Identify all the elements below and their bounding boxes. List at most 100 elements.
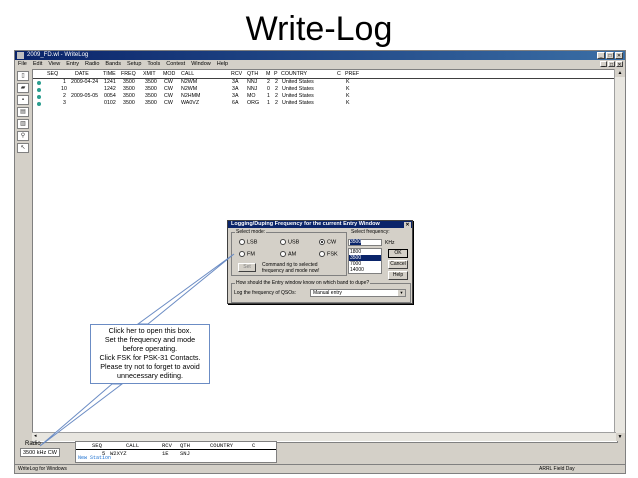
ok-button[interactable]: OK [388,249,408,258]
mode-fm-radio[interactable]: FM [239,250,255,257]
callout-line: unnecessary editing. [117,371,183,380]
scroll-up-icon[interactable]: ▲ [615,69,625,77]
menu-edit[interactable]: Edit [33,60,42,69]
mode-lsb-radio[interactable]: LSB [239,238,257,245]
frequency-input[interactable]: 3500 [348,239,382,246]
window-title: 2009_FD.wl - WriteLog [27,52,89,58]
select-mode-label: Select mode: [235,229,267,235]
menu-radio[interactable]: Radio [85,60,99,69]
mode-fsk-radio[interactable]: FSK [319,250,338,257]
qso-icon [37,94,41,99]
callout-line: Click her to open this box. [108,326,192,335]
mdi-restore-icon[interactable]: □ [608,61,615,68]
col-time[interactable]: TIME [103,71,116,78]
col-rcv[interactable]: RCV [231,71,242,78]
entry-col-rcv: RCV [162,442,172,449]
log-vertical-scrollbar[interactable]: ▲ ▼ [614,69,625,441]
col-mod[interactable]: MOD [163,71,175,78]
callout-line: before operating. [122,344,178,353]
scroll-down-icon[interactable]: ▼ [615,433,625,441]
mode-am-radio[interactable]: AM [280,250,296,257]
dropdown-arrow-icon[interactable]: ▼ [398,290,405,296]
frequency-dialog: Logging/Duping Frequency for the current… [227,220,413,304]
status-contest-text: ARRL Field Day [539,466,575,472]
menu-help[interactable]: Help [217,60,228,69]
entry-col-country: COUNTRY [210,442,234,449]
entry-header: SEQ CALL RCV QTH COUNTRY C [76,442,276,450]
col-call[interactable]: CALL [181,71,194,78]
col-country[interactable]: COUNTRY [281,71,307,78]
print-preview-icon[interactable]: ▥ [17,119,29,129]
menu-contest[interactable]: Contest [166,60,185,69]
command-rig-text-2: frequency and mode now! [262,268,320,274]
col-qth[interactable]: QTH [247,71,258,78]
mode-usb-radio[interactable]: USB [280,238,299,245]
col-c[interactable]: C [337,71,341,78]
menu-bar: File Edit View Entry Radio Bands Setup T… [15,60,625,69]
help-button[interactable]: Help [388,271,408,280]
mdi-close-icon[interactable]: ✕ [616,61,623,68]
new-file-icon[interactable]: ▯ [17,71,29,81]
qso-icon [37,101,41,106]
open-folder-icon[interactable]: ▰ [17,83,29,93]
close-icon[interactable]: ✕ [615,52,623,59]
radio-frequency-mode-box[interactable]: 3500 kHz CW [20,448,60,457]
col-xmit[interactable]: XMIT [143,71,156,78]
col-m[interactable]: M [266,71,270,78]
instruction-callout: Click her to open this box. Set the freq… [90,324,210,384]
menu-window[interactable]: Window [191,60,211,69]
status-left-text: WriteLog for Windows [18,466,67,472]
qth-field[interactable]: SNJ [180,450,190,457]
log-frequency-select[interactable]: Manual entry ▼ [310,289,406,297]
menu-bands[interactable]: Bands [105,60,121,69]
col-seq[interactable]: SEQ [47,71,58,78]
col-freq[interactable]: FREQ [121,71,136,78]
callout-line: Please try not to forget to avoid [100,362,200,371]
entry-col-call: CALL [126,442,140,449]
status-bar: WriteLog for Windows ARRL Field Day [15,464,625,473]
entry-window[interactable]: SEQ CALL RCV QTH COUNTRY C 5 W2XYZ 1E SN… [75,441,277,463]
frequency-unit: KHz [385,240,395,246]
col-p[interactable]: P [274,71,278,78]
select-mode-group: Select mode: LSB USB CW FM AM FSK Set Co… [231,229,347,276]
print-icon[interactable]: ▤ [17,107,29,117]
slide-title: Write-Log [245,10,393,48]
mdi-minimize-icon[interactable]: _ [600,61,607,68]
log-horizontal-scrollbar[interactable]: ◂ [32,432,616,441]
call-field[interactable]: W2XYZ [110,450,127,457]
freq-option[interactable]: 14000 [349,267,381,273]
dialog-close-icon[interactable]: ✕ [404,221,411,228]
rcv-field[interactable]: 1E [162,450,169,457]
maximize-icon[interactable]: □ [606,52,614,59]
entry-col-c: C [252,442,256,449]
cancel-button[interactable]: Cancel [388,260,408,269]
menu-file[interactable]: File [18,60,27,69]
entry-col-qth: QTH [180,442,190,449]
window-titlebar: 2009_FD.wl - WriteLog _ □ ✕ [15,51,625,60]
qso-icon [37,87,41,92]
save-icon[interactable]: ▪ [17,95,29,105]
menu-tools[interactable]: Tools [147,60,160,69]
log-frequency-label: Log the frequency of QSOs: [234,290,296,296]
menu-setup[interactable]: Setup [127,60,141,69]
dupe-band-question: How should the Entry window know on whic… [235,280,371,286]
dialog-title: Logging/Duping Frequency for the current… [231,221,380,227]
select-frequency-group: Select frequency: 3500 KHz 1800 3500 700… [347,229,411,280]
col-date[interactable]: DATE [75,71,89,78]
radio-label: Radio [25,441,41,447]
set-button[interactable]: Set [238,263,256,272]
callout-line: Click FSK for PSK-31 Contacts. [99,353,201,362]
menu-view[interactable]: View [48,60,60,69]
select-frequency-label: Select frequency: [350,229,391,235]
mode-cw-radio[interactable]: CW [319,238,336,245]
dialog-titlebar: Logging/Duping Frequency for the current… [228,221,412,228]
dupe-band-group: How should the Entry window know on whic… [231,280,411,303]
scroll-left-icon[interactable]: ◂ [34,433,37,439]
frequency-listbox[interactable]: 1800 3500 7000 14000 [348,248,382,274]
col-pref[interactable]: PREF [345,71,359,78]
radio-tool-icon[interactable]: ⚲ [17,131,29,141]
qso-icon [37,80,41,85]
help-pointer-icon[interactable]: ↖ [17,143,29,153]
minimize-icon[interactable]: _ [597,52,605,59]
menu-entry[interactable]: Entry [66,60,79,69]
